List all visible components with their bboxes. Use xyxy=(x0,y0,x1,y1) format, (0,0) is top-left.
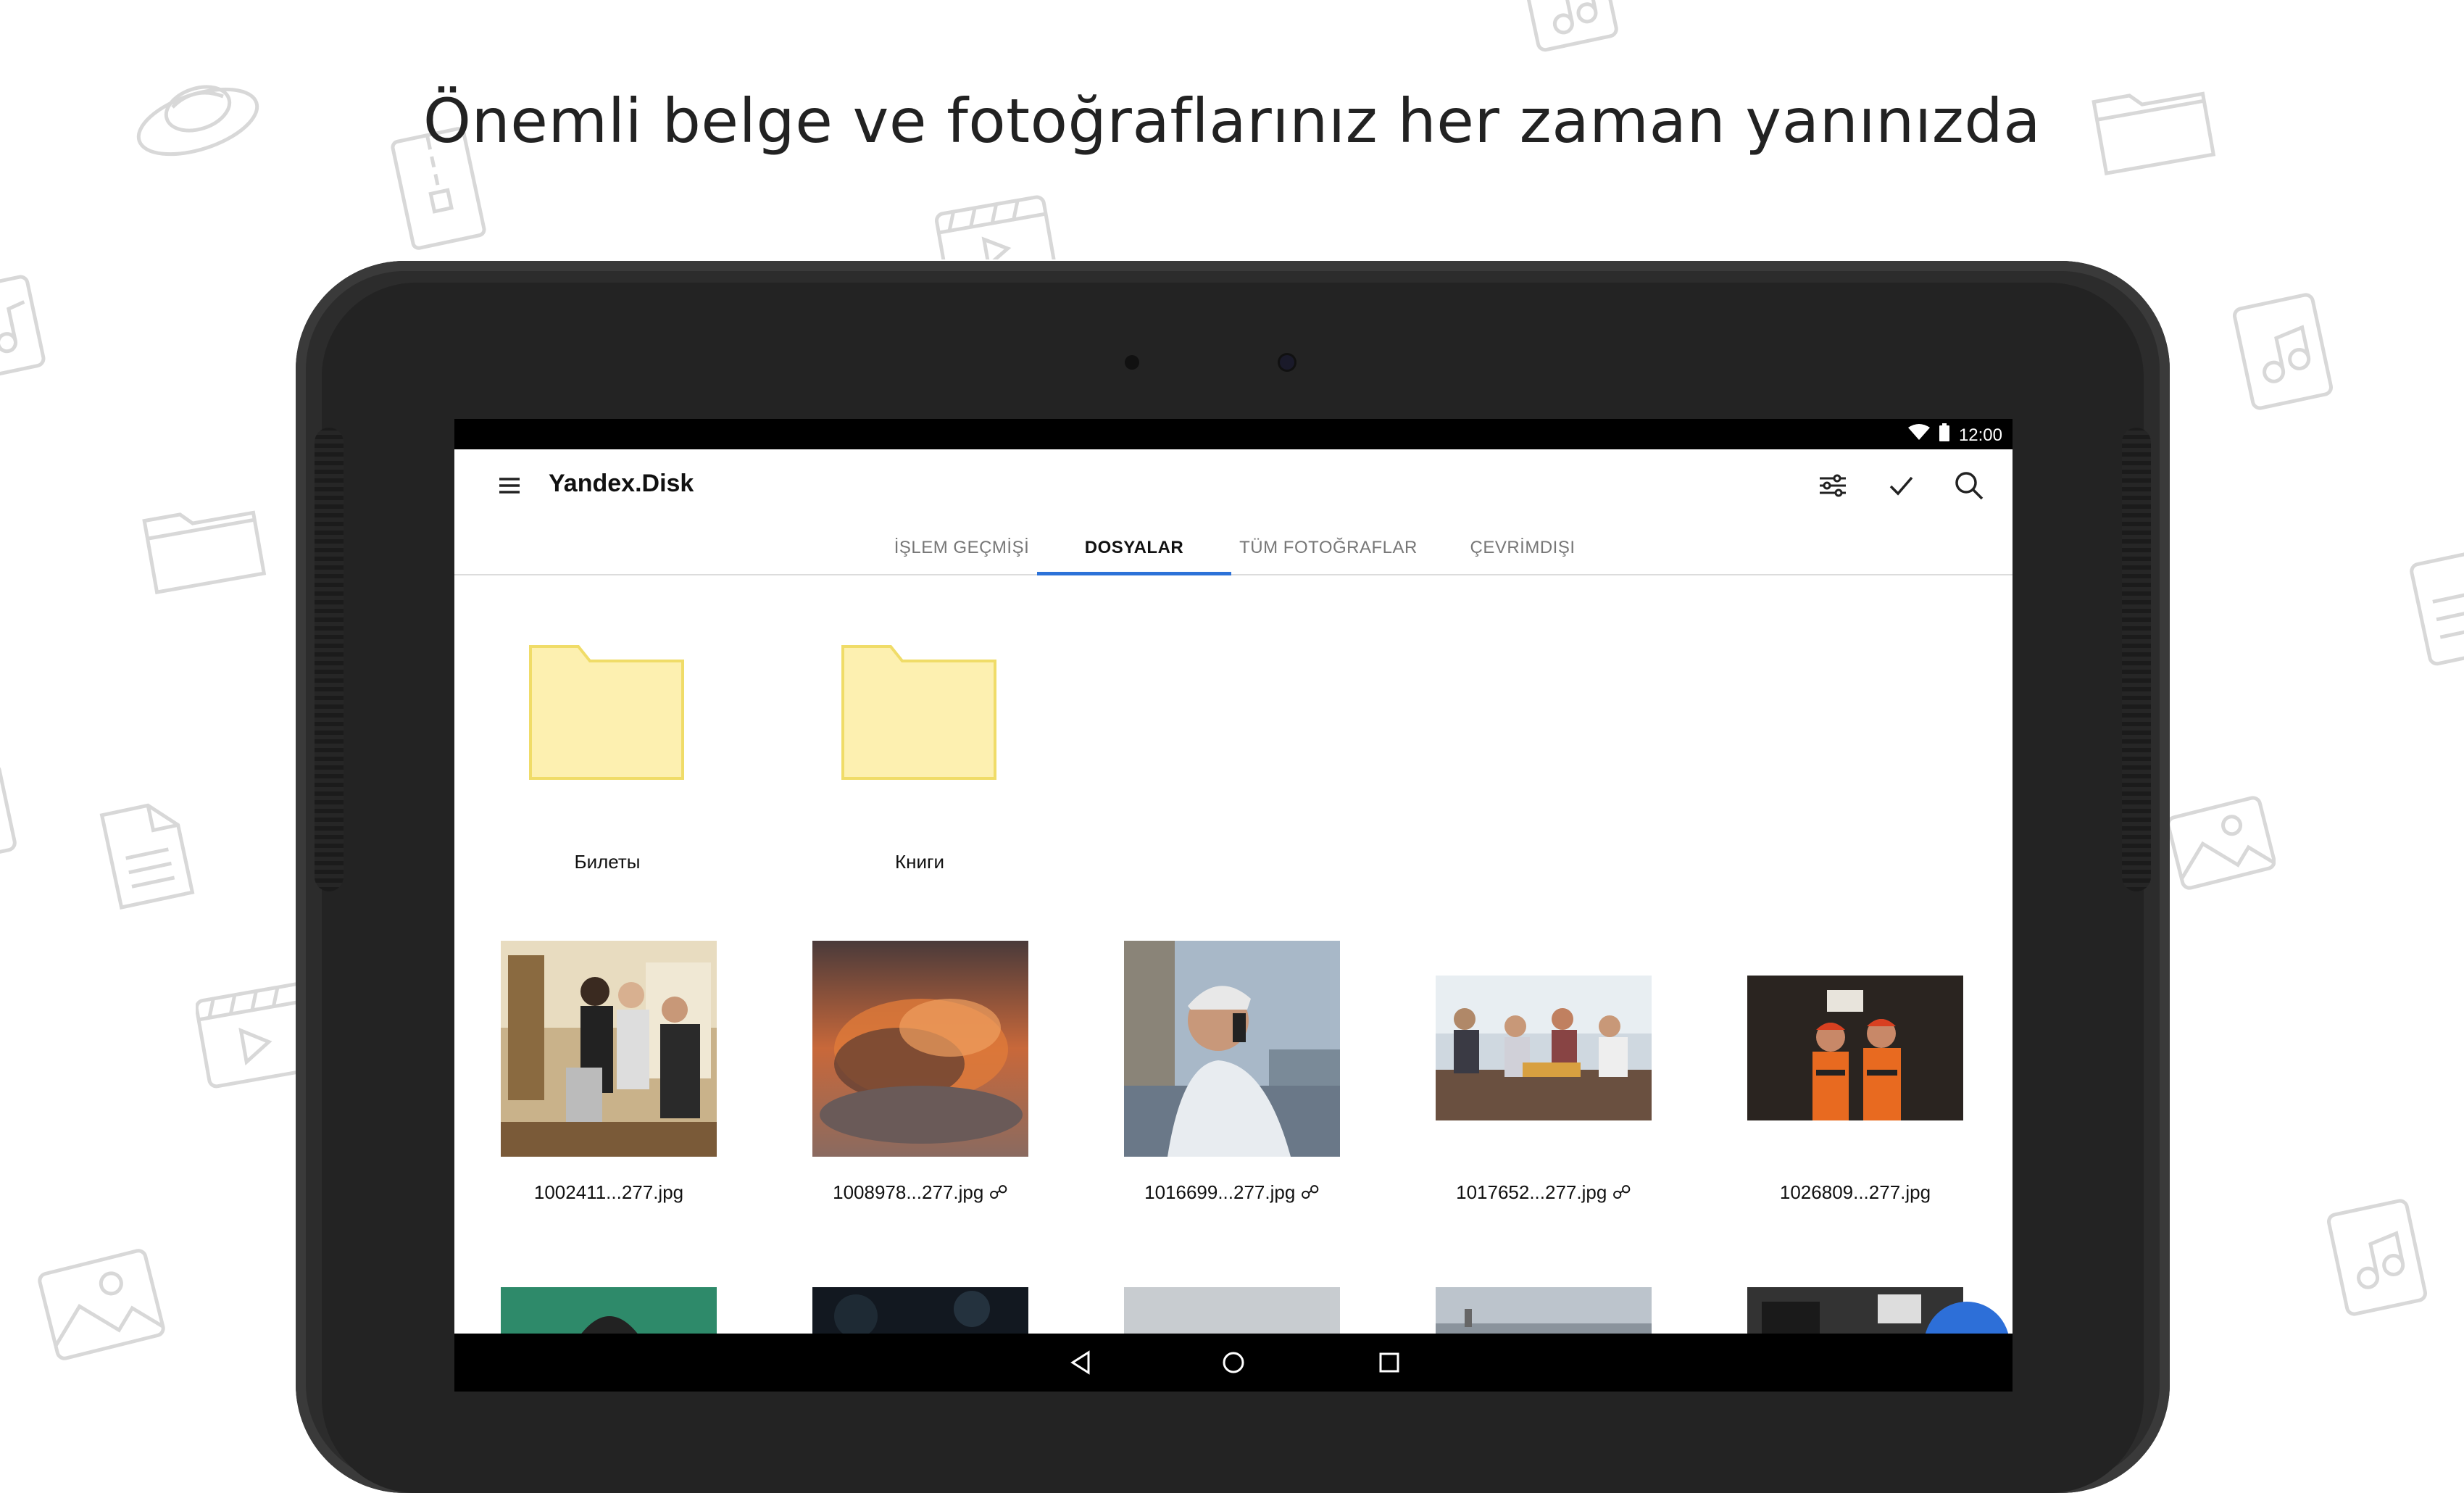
back-icon[interactable] xyxy=(1067,1348,1096,1377)
video-file-icon xyxy=(196,978,304,1102)
image-file-icon xyxy=(36,1247,167,1363)
shared-link-icon: ☍ xyxy=(988,1181,1008,1203)
home-icon[interactable] xyxy=(1219,1348,1248,1377)
wifi-icon xyxy=(1907,424,1930,446)
hamburger-icon[interactable] xyxy=(495,471,524,500)
photo-thumbnail[interactable] xyxy=(501,941,717,1157)
document-file-icon xyxy=(93,796,201,912)
tab-history[interactable]: İŞLEM GEÇMİŞİ xyxy=(867,522,1056,574)
music-file-icon xyxy=(1518,0,1627,58)
app-toolbar: Yandex.Disk xyxy=(454,449,2013,522)
app-title: Yandex.Disk xyxy=(549,470,694,497)
folder-icon xyxy=(529,645,684,780)
music-file-icon xyxy=(2319,1196,2435,1319)
recents-icon[interactable] xyxy=(1375,1348,1404,1377)
folder-label: Билеты xyxy=(574,851,641,873)
front-camera xyxy=(1280,355,1294,370)
tab-bar: İŞLEM GEÇMİŞİ DOSYALAR TÜM FOTOĞRAFLAR Ç… xyxy=(454,522,2013,575)
photo-thumbnail[interactable] xyxy=(1436,976,1652,1120)
file-name: 1026809...277.jpg xyxy=(1779,1181,1931,1203)
tab-files[interactable]: DOSYALAR xyxy=(1037,522,1231,575)
filter-settings-icon[interactable] xyxy=(1817,470,1849,502)
document-file-icon xyxy=(2406,551,2464,674)
left-speaker-grille xyxy=(315,428,344,891)
music-file-icon xyxy=(0,268,51,384)
file-name-text: 1017652...277.jpg xyxy=(1456,1181,1607,1203)
photo-thumbnail[interactable] xyxy=(1124,941,1340,1157)
video-file-icon xyxy=(928,194,1058,259)
photo-thumbnail[interactable] xyxy=(1747,976,1963,1120)
right-speaker-grille xyxy=(2122,428,2151,891)
status-time: 12:00 xyxy=(1958,425,2002,445)
folder-icon xyxy=(841,645,996,780)
file-name: 1017652...277.jpg ☍ xyxy=(1424,1181,1663,1204)
android-nav-bar xyxy=(454,1334,2013,1392)
file-name-text: 1016699...277.jpg xyxy=(1144,1181,1296,1203)
file-name: 1016699...277.jpg ☍ xyxy=(1112,1181,1352,1204)
front-sensor xyxy=(1125,355,1139,370)
folder-label: Книги xyxy=(894,851,945,873)
shared-link-icon: ☍ xyxy=(1300,1181,1320,1203)
tab-offline[interactable]: ÇEVRİMDIŞI xyxy=(1425,522,1620,574)
folder-icon xyxy=(138,486,268,594)
promo-headline: Önemli belge ve fotoğraflarınız her zama… xyxy=(423,86,2041,157)
checkmark-icon[interactable] xyxy=(1885,470,1917,502)
app-screen: 12:00 Yandex.Disk İŞLEM GEÇMİŞİ DOSYALAR… xyxy=(454,419,2013,1392)
file-name-text: 1008978...277.jpg xyxy=(833,1181,984,1203)
shared-link-icon: ☍ xyxy=(1612,1181,1631,1203)
file-name: 1008978...277.jpg ☍ xyxy=(801,1181,1040,1204)
music-file-icon xyxy=(2225,290,2341,413)
image-file-icon xyxy=(2167,789,2276,897)
status-bar: 12:00 xyxy=(454,419,2013,449)
photo-thumbnail[interactable] xyxy=(812,941,1028,1157)
music-file-icon xyxy=(0,754,22,862)
battery-icon xyxy=(1939,423,1950,447)
file-name: 1002411...277.jpg xyxy=(533,1181,684,1203)
search-icon[interactable] xyxy=(1953,470,1985,502)
tab-all-photos[interactable]: TÜM FOTOĞRAFLAR xyxy=(1231,522,1425,574)
